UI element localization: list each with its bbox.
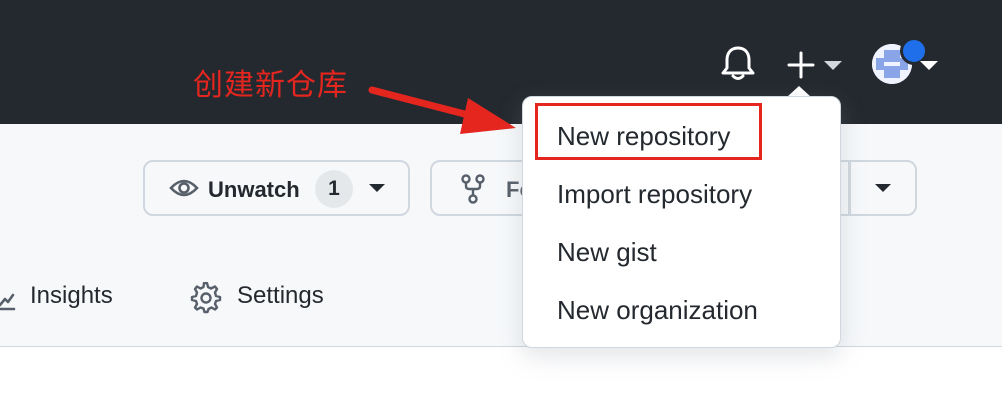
menu-item-import-repository[interactable]: Import repository (557, 179, 752, 210)
annotation-label: 创建新仓库 (193, 69, 348, 102)
bell-icon[interactable] (720, 44, 756, 82)
caret-down-icon (369, 184, 385, 192)
tab-settings[interactable]: Settings (237, 282, 324, 310)
caret-down-icon[interactable] (920, 61, 938, 71)
eye-icon (169, 179, 199, 197)
tab-insights[interactable]: Insights (30, 282, 113, 310)
unwatch-label: Unwatch (208, 177, 300, 202)
annotation-arrow (368, 86, 516, 134)
caret-down-icon[interactable] (824, 61, 842, 71)
menu-item-new-organization[interactable]: New organization (557, 295, 758, 326)
create-new-menu: New repository Import repository New gis… (522, 96, 841, 348)
caret-down-icon (875, 184, 891, 192)
repo-header (0, 124, 1002, 347)
fork-dropdown-button[interactable] (849, 160, 917, 216)
menu-item-new-gist[interactable]: New gist (557, 237, 657, 268)
watch-count-badge: 1 (315, 170, 353, 208)
fork-icon (461, 174, 485, 204)
graph-icon (0, 293, 16, 311)
unwatch-button[interactable]: Unwatch 1 (143, 160, 410, 216)
plus-icon[interactable] (786, 50, 816, 80)
gear-icon (190, 282, 222, 314)
menu-item-new-repository[interactable]: New repository (557, 121, 730, 152)
